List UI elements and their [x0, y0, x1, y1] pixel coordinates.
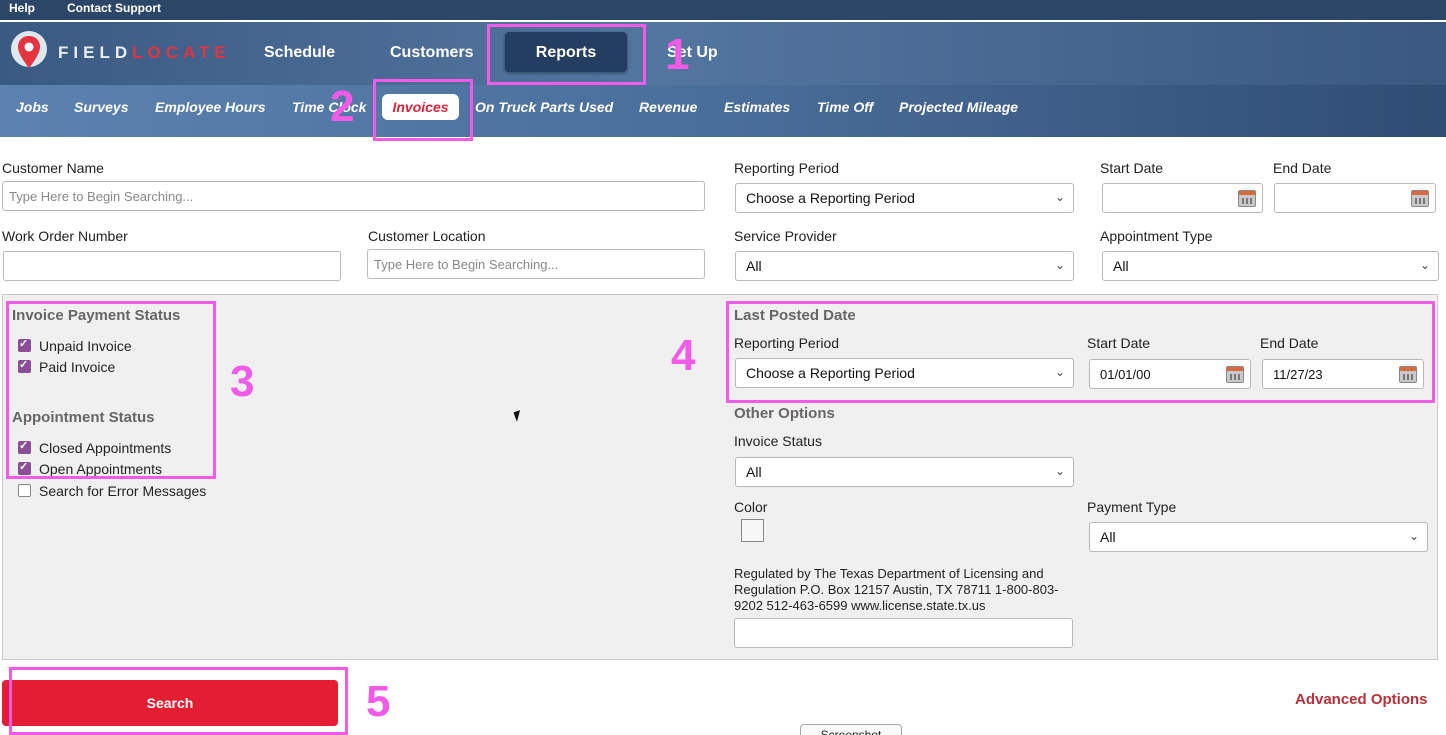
work-order-input[interactable]: [3, 251, 341, 281]
regulation-text: Regulated by The Texas Department of Lic…: [734, 566, 1059, 613]
appointment-type-select[interactable]: All ⌄: [1102, 251, 1439, 281]
annotation-5: 5: [366, 677, 391, 726]
other-options-title: Other Options: [734, 405, 835, 422]
customer-name-input[interactable]: Type Here to Begin Searching...: [2, 181, 705, 211]
advanced-options-link[interactable]: Advanced Options: [1295, 691, 1428, 708]
appointment-type-label: Appointment Type: [1100, 228, 1213, 244]
start-date-label: Start Date: [1100, 160, 1164, 176]
reporting-period-select[interactable]: Choose a Reporting Period ⌄: [735, 183, 1074, 213]
reports-subnav: Jobs Surveys Employee Hours Time Clock I…: [0, 85, 1446, 137]
highlight-search-button: [9, 667, 348, 735]
chevron-down-icon: ⌄: [1054, 258, 1065, 272]
help-link[interactable]: Help: [9, 1, 35, 15]
calendar-icon[interactable]: [1238, 190, 1256, 207]
customer-location-input[interactable]: Type Here to Begin Searching...: [367, 249, 705, 279]
highlight-invoices: [373, 79, 473, 141]
reporting-period-label: Reporting Period: [734, 160, 840, 176]
customer-name-label: Customer Name: [2, 160, 104, 176]
logo-part-field: FIELD: [58, 43, 133, 62]
annotation-1: 1: [665, 30, 690, 79]
invoice-status-value: All: [746, 464, 762, 480]
highlight-last-posted-date: [726, 301, 1435, 403]
contact-support-link[interactable]: Contact Support: [67, 1, 161, 15]
payment-type-label: Payment Type: [1087, 499, 1177, 515]
top-utility-bar: Help Contact Support: [0, 0, 1446, 20]
tab-time-off[interactable]: Time Off: [817, 99, 873, 115]
calendar-icon[interactable]: [1411, 190, 1429, 207]
location-pin-icon: [11, 31, 47, 68]
chevron-down-icon: ⌄: [1054, 190, 1065, 204]
color-label: Color: [734, 499, 768, 515]
screenshot-button[interactable]: Screenshot: [800, 724, 902, 735]
tab-estimates[interactable]: Estimates: [724, 99, 790, 115]
annotation-4: 4: [671, 331, 696, 380]
payment-type-value: All: [1100, 529, 1116, 545]
chevron-down-icon: ⌄: [1054, 464, 1065, 478]
annotation-2: 2: [330, 82, 355, 131]
work-order-label: Work Order Number: [2, 228, 128, 244]
chevron-down-icon: ⌄: [1408, 529, 1419, 543]
service-provider-label: Service Provider: [734, 228, 837, 244]
tab-on-truck-parts[interactable]: On Truck Parts Used: [475, 99, 613, 115]
highlight-reports: [487, 24, 646, 85]
error-messages-label: Search for Error Messages: [39, 483, 207, 499]
end-date-input[interactable]: [1274, 183, 1436, 213]
nav-customers[interactable]: Customers: [390, 44, 474, 62]
end-date-label: End Date: [1273, 160, 1332, 176]
regulation-input[interactable]: [734, 618, 1073, 648]
chevron-down-icon: ⌄: [1419, 258, 1430, 272]
invoice-status-select[interactable]: All ⌄: [735, 457, 1074, 487]
invoice-status-label: Invoice Status: [734, 433, 822, 449]
highlight-status-checkboxes: [6, 301, 216, 479]
start-date-input[interactable]: [1102, 183, 1263, 213]
main-nav-bar: FIELDLOCATE Schedule Customers Reports S…: [0, 22, 1446, 85]
nav-schedule[interactable]: Schedule: [264, 44, 335, 62]
logo-part-locate: LOCATE: [132, 43, 231, 62]
tab-revenue[interactable]: Revenue: [639, 99, 697, 115]
payment-type-select[interactable]: All ⌄: [1089, 522, 1428, 552]
tab-projected-mileage[interactable]: Projected Mileage: [899, 99, 1018, 115]
reporting-period-value: Choose a Reporting Period: [746, 190, 915, 206]
customer-location-label: Customer Location: [368, 228, 486, 244]
annotation-3: 3: [230, 357, 255, 406]
checkbox-unchecked-icon[interactable]: [18, 484, 31, 497]
tab-surveys[interactable]: Surveys: [74, 99, 128, 115]
service-provider-select[interactable]: All ⌄: [735, 251, 1074, 281]
color-picker[interactable]: [741, 519, 764, 542]
logo[interactable]: FIELDLOCATE: [58, 43, 231, 63]
service-provider-value: All: [746, 258, 762, 274]
appointment-type-value: All: [1113, 258, 1129, 274]
tab-employee-hours[interactable]: Employee Hours: [155, 99, 265, 115]
tab-jobs[interactable]: Jobs: [16, 99, 49, 115]
